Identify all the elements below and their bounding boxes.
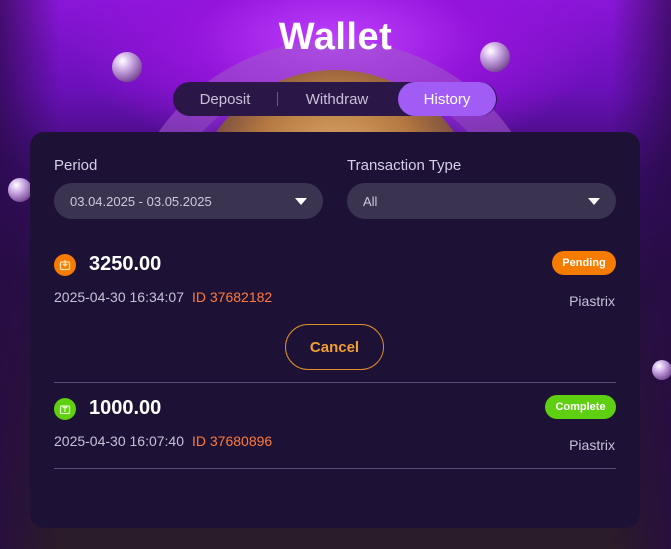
tab-deposit[interactable]: Deposit bbox=[173, 82, 277, 116]
background-ball bbox=[8, 178, 32, 202]
chevron-down-icon bbox=[588, 197, 600, 205]
period-value: 03.04.2025 - 03.05.2025 bbox=[70, 193, 212, 209]
transaction-provider: Piastrix bbox=[569, 437, 615, 453]
transaction-id: ID 37682182 bbox=[192, 289, 273, 305]
period-label: Period bbox=[54, 157, 98, 174]
tab-withdraw[interactable]: Withdraw bbox=[278, 82, 396, 116]
transaction-amount: 1000.00 bbox=[89, 397, 162, 419]
transaction-meta: 2025-04-30 16:34:07 ID 37682182 bbox=[54, 289, 272, 305]
status-badge-pending: Pending bbox=[552, 251, 616, 275]
transaction-type-label: Transaction Type bbox=[347, 157, 462, 174]
transaction-id: ID 37680896 bbox=[192, 433, 273, 449]
transaction-amount: 3250.00 bbox=[89, 253, 162, 275]
cancel-button[interactable]: Cancel bbox=[285, 324, 384, 370]
background-ball bbox=[652, 360, 671, 380]
transaction-datetime: 2025-04-30 16:07:40 bbox=[54, 433, 184, 449]
divider bbox=[54, 382, 616, 383]
transaction-provider: Piastrix bbox=[569, 293, 615, 309]
transaction-datetime: 2025-04-30 16:34:07 bbox=[54, 289, 184, 305]
status-badge-complete: Complete bbox=[545, 395, 616, 419]
transaction-meta: 2025-04-30 16:07:40 ID 37680896 bbox=[54, 433, 272, 449]
period-select[interactable]: 03.04.2025 - 03.05.2025 bbox=[54, 183, 323, 219]
deposit-arrow-icon bbox=[54, 398, 76, 420]
page-title: Wallet bbox=[278, 16, 393, 58]
transaction-type-value: All bbox=[363, 193, 378, 209]
transaction-type-select[interactable]: All bbox=[347, 183, 616, 219]
tab-history[interactable]: History bbox=[398, 82, 496, 116]
chevron-down-icon bbox=[295, 197, 307, 205]
wallet-tabs: Deposit Withdraw History bbox=[173, 82, 497, 116]
withdraw-arrow-icon bbox=[54, 254, 76, 276]
divider bbox=[54, 468, 616, 469]
